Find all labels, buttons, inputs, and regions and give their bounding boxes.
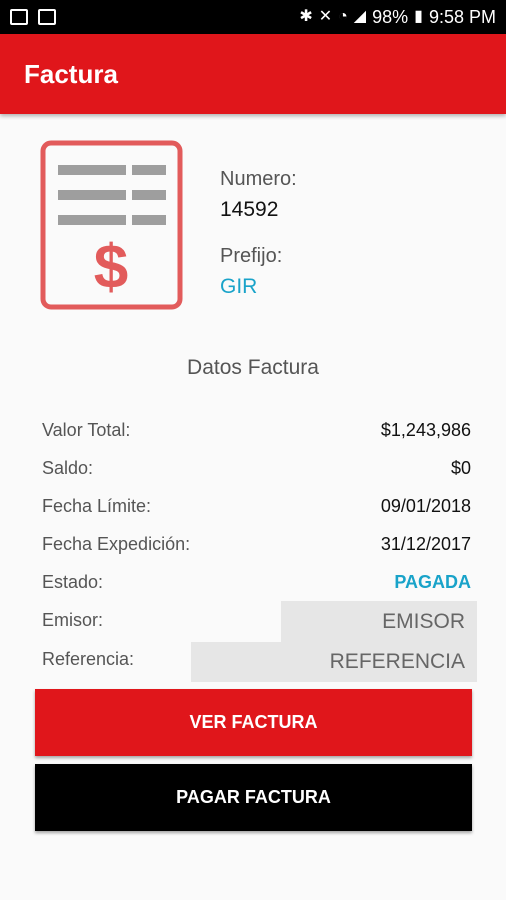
- section-title: Datos Factura: [187, 356, 319, 379]
- estado-label: Estado:: [42, 572, 104, 592]
- ver-factura-button[interactable]: VER FACTURA: [35, 689, 472, 756]
- estado-value: PAGADA: [394, 572, 471, 592]
- fecha-limite-label: Fecha Límite:: [42, 496, 152, 516]
- numero-label: Numero:: [220, 168, 297, 190]
- gallery-icon: [10, 9, 28, 25]
- status-left: [10, 9, 56, 25]
- valor-total-value: $1,243,986: [380, 420, 471, 440]
- battery-level: 98%: [372, 6, 409, 27]
- status-bar: ✱ ✕ ◔ ◢ 98% ▮ 9:58 PM: [0, 0, 506, 34]
- emisor-field[interactable]: EMISOR: [281, 601, 477, 642]
- saldo-value: $0: [450, 458, 471, 478]
- saldo-label: Saldo:: [42, 458, 94, 478]
- fecha-expedicion-label: Fecha Expedición:: [42, 534, 191, 554]
- referencia-field[interactable]: REFERENCIA: [191, 642, 477, 682]
- referencia-label: Referencia:: [42, 649, 135, 669]
- cast-icon: [38, 9, 56, 25]
- app-bar: Factura: [0, 34, 506, 114]
- fecha-expedicion-value: 31/12/2017: [380, 534, 471, 554]
- emisor-label: Emisor:: [42, 610, 104, 630]
- numero-value: 14592: [220, 198, 279, 221]
- invoice-icon: $: [40, 140, 183, 310]
- signal-icon: ◢: [353, 8, 367, 25]
- prefijo-value: GIR: [220, 275, 258, 298]
- mute-icon: ✕: [318, 8, 333, 25]
- bluetooth-icon: ✱: [299, 8, 313, 25]
- clock: 9:58 PM: [428, 6, 496, 27]
- valor-total-label: Valor Total:: [42, 420, 131, 440]
- prefijo-label: Prefijo:: [220, 245, 283, 267]
- battery-icon: ▮: [414, 8, 423, 25]
- wifi-icon: ◔: [338, 8, 348, 25]
- svg-text:$: $: [94, 233, 128, 302]
- pagar-factura-button[interactable]: PAGAR FACTURA: [35, 764, 472, 831]
- status-right: ✱ ✕ ◔ ◢ 98% ▮ 9:58 PM: [299, 7, 496, 28]
- fecha-limite-value: 09/01/2018: [380, 496, 471, 516]
- page-title: Factura: [24, 58, 118, 89]
